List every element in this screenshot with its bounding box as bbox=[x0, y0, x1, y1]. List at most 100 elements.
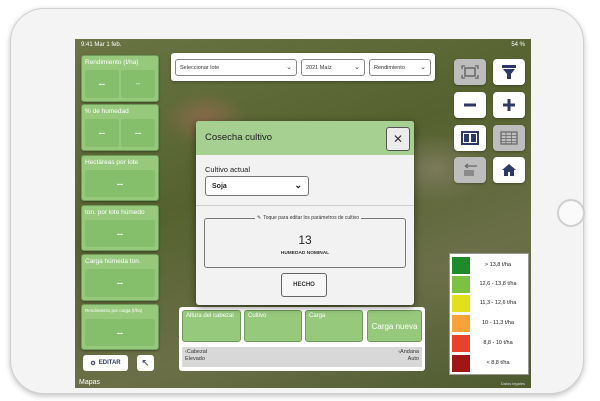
dialog-title: Cosecha cultivo bbox=[205, 132, 273, 143]
current-crop-value: Soja bbox=[212, 182, 227, 190]
load-card[interactable]: Carga bbox=[305, 310, 363, 342]
new-load-button[interactable]: Carga nueva bbox=[367, 310, 422, 342]
legend-swatch bbox=[452, 256, 470, 274]
metric-value: -- bbox=[85, 269, 155, 297]
legend-label: > 13,8 t/ha bbox=[484, 262, 512, 268]
done-button[interactable]: HECHO bbox=[281, 273, 327, 297]
metric-value: -- bbox=[121, 119, 155, 147]
metric-wet-load[interactable]: Carga húmeda ton. -- bbox=[81, 254, 159, 301]
metric-title: Rendimiento (t/ha) bbox=[85, 59, 139, 66]
legend-label: 8,8 - 10 t/ha bbox=[483, 340, 513, 346]
metric-value: -- bbox=[85, 220, 155, 247]
legend-label: 11,3 - 12,6 t/ha bbox=[479, 300, 517, 306]
status-time: 9:41 Mar 1 feb. bbox=[81, 42, 122, 48]
harvest-bottom-panel: Altura del cabezal Cultivo Carga Carga n… bbox=[179, 307, 425, 371]
metric-yield-per-load[interactable]: Rendimiento por carga (t/ha) -- bbox=[81, 304, 159, 350]
collapse-button[interactable]: ↖ bbox=[137, 355, 154, 371]
metric-value: -- bbox=[121, 70, 155, 98]
fit-to-screen-button[interactable] bbox=[454, 59, 486, 85]
slider-left-label: ‹Cabezal Elevado bbox=[185, 349, 208, 362]
home-button[interactable] bbox=[557, 199, 585, 227]
nominal-moisture-label: HUMEDAD NOMINAL bbox=[280, 251, 330, 256]
header-swath-slider[interactable]: ‹Cabezal Elevado ‹Andana Auto bbox=[182, 347, 422, 367]
crop-card[interactable]: Cultivo bbox=[244, 310, 302, 342]
status-bar: 9:41 Mar 1 feb. 54 % bbox=[75, 39, 531, 51]
chevron-down-icon: ⌄ bbox=[354, 64, 360, 71]
swap-button[interactable] bbox=[454, 157, 486, 183]
swap-icon bbox=[464, 163, 477, 176]
tablet-frame: 9:41 Mar 1 feb. 54 % Rendimiento (t/ha) … bbox=[10, 8, 585, 394]
split-view-icon bbox=[461, 131, 479, 145]
legend-swatch bbox=[452, 314, 470, 332]
metric-title: Hectáreas por lote bbox=[85, 159, 139, 166]
chevron-down-icon: ⌄ bbox=[286, 64, 292, 71]
harvest-crop-dialog: Cosecha cultivo ✕ Cultivo actual Soja ⌄ … bbox=[196, 121, 414, 305]
maps-attribution: Mapas bbox=[79, 379, 101, 386]
nominal-moisture-value: 13 bbox=[298, 233, 312, 247]
home-map-button[interactable] bbox=[493, 157, 525, 183]
legend-row: 12,6 - 13,8 t/ha bbox=[452, 275, 526, 293]
layer-select-value: Rendimiento bbox=[374, 64, 405, 71]
close-button[interactable]: ✕ bbox=[386, 127, 410, 151]
crop-parameters-box[interactable]: ✎ Toque para editar los parámetros de cu… bbox=[204, 215, 406, 268]
edit-button[interactable]: ⚙ EDITAR bbox=[83, 355, 128, 371]
legend-label: 12,6 - 13,8 t/ha bbox=[479, 281, 517, 287]
current-crop-select[interactable]: Soja ⌄ bbox=[205, 176, 309, 196]
zoom-in-icon bbox=[503, 99, 515, 111]
edit-label: EDITAR bbox=[98, 360, 121, 366]
metric-title: Carga húmeda ton. bbox=[85, 258, 141, 265]
table-icon bbox=[500, 131, 518, 145]
lot-select-value: Seleccionar lote bbox=[180, 64, 220, 71]
legend-row: > 13,8 t/ha bbox=[452, 256, 526, 274]
layer-select[interactable]: Rendimiento ⌄ bbox=[369, 59, 431, 76]
layer-funnel-icon bbox=[502, 65, 516, 79]
chevron-down-icon: ⌄ bbox=[294, 180, 302, 190]
legal-link[interactable]: Datos legales bbox=[501, 381, 525, 386]
metric-value: -- bbox=[85, 119, 119, 147]
legend-swatch bbox=[452, 334, 470, 352]
legend-label: < 8,8 t/ha bbox=[486, 360, 510, 366]
metric-yield[interactable]: Rendimiento (t/ha) -- -- bbox=[81, 55, 159, 102]
arrow-up-left-icon: ↖ bbox=[141, 357, 150, 369]
legend-swatch bbox=[452, 275, 470, 293]
zoom-in-button[interactable] bbox=[493, 92, 525, 118]
chevron-down-icon: ⌄ bbox=[420, 64, 426, 71]
selector-bar: Seleccionar lote ⌄ 2021 Maíz ⌄ Rendimien… bbox=[171, 53, 435, 81]
legend-row: 11,3 - 12,6 t/ha bbox=[452, 294, 526, 312]
layer-filter-button[interactable] bbox=[493, 59, 525, 85]
card-label: Altura del cabezal bbox=[186, 313, 234, 319]
zoom-out-icon bbox=[464, 103, 476, 107]
split-view-button[interactable] bbox=[454, 125, 486, 151]
slider-right-label: ‹Andana Auto bbox=[398, 349, 419, 362]
zoom-out-button[interactable] bbox=[454, 92, 486, 118]
yield-legend: > 13,8 t/ha 12,6 - 13,8 t/ha 11,3 - 12,6… bbox=[449, 253, 529, 375]
card-label: Carga bbox=[309, 313, 326, 319]
pencil-icon: ✎ bbox=[257, 215, 262, 221]
legend-swatch bbox=[452, 294, 470, 312]
legend-row: 10 - 11,3 t/ha bbox=[452, 314, 526, 332]
metric-title: Rendimiento por carga (t/ha) bbox=[85, 308, 143, 313]
dialog-header: Cosecha cultivo ✕ bbox=[196, 121, 414, 155]
home-icon bbox=[502, 164, 516, 176]
metric-value: -- bbox=[85, 319, 155, 346]
season-select-value: 2021 Maíz bbox=[306, 64, 332, 71]
legend-label: 10 - 11,3 t/ha bbox=[481, 320, 514, 326]
current-crop-label: Cultivo actual bbox=[205, 165, 251, 174]
metric-tons-wet[interactable]: ton. por lote húmedo -- bbox=[81, 205, 159, 251]
gear-icon: ⚙ bbox=[90, 360, 96, 367]
metric-hectares[interactable]: Hectáreas por lote -- bbox=[81, 155, 159, 201]
table-view-button[interactable] bbox=[493, 125, 525, 151]
legend-row: < 8,8 t/ha bbox=[452, 354, 526, 372]
season-select[interactable]: 2021 Maíz ⌄ bbox=[301, 59, 365, 76]
metric-value: -- bbox=[85, 70, 119, 98]
card-label: Cultivo bbox=[248, 313, 267, 319]
close-icon: ✕ bbox=[392, 132, 404, 146]
metric-humidity[interactable]: % de humedad -- -- bbox=[81, 104, 159, 151]
app-screen: 9:41 Mar 1 feb. 54 % Rendimiento (t/ha) … bbox=[75, 39, 531, 388]
legend-row: 8,8 - 10 t/ha bbox=[452, 334, 526, 352]
metric-title: ton. por lote húmedo bbox=[85, 209, 145, 216]
legend-swatch bbox=[452, 354, 470, 372]
metric-value: -- bbox=[85, 170, 155, 197]
header-height-card[interactable]: Altura del cabezal bbox=[182, 310, 241, 342]
lot-select[interactable]: Seleccionar lote ⌄ bbox=[175, 59, 297, 76]
